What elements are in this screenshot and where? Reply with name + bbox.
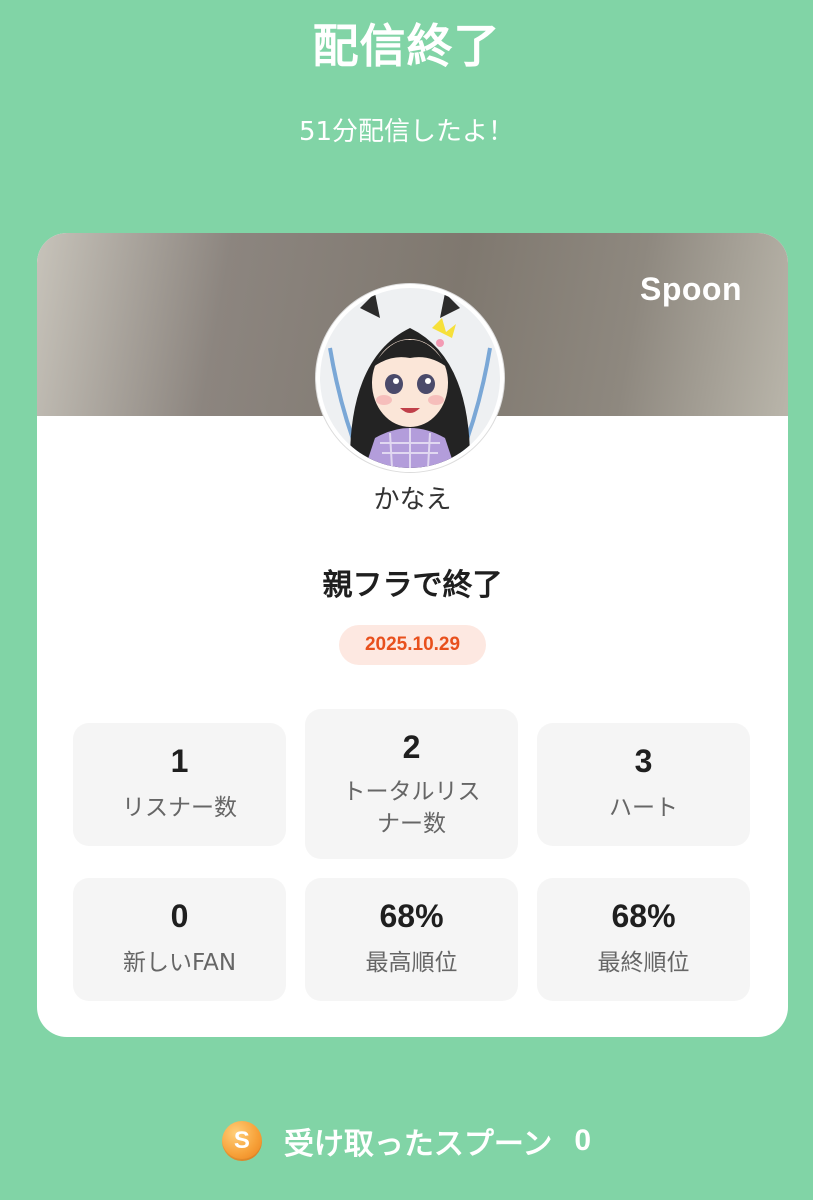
username: かなえ [373,485,452,515]
stat-label: 新しいFAN [122,950,237,976]
spoon-logo: Spoon [639,271,742,307]
live-title: 親フラで終了 [322,568,503,603]
stat-label: リスナー数 [122,795,237,821]
stat-total-listeners: 2 トータルリスナー数 [305,709,518,859]
stat-value: 68% [379,898,444,934]
spoon-coin-icon: S [221,1121,262,1161]
avatar-illustration-icon [320,288,500,468]
stat-value: 1 [170,743,189,779]
stat-final-rank: 68% 最終順位 [537,878,750,1001]
stat-listeners: 1 リスナー数 [73,723,286,846]
received-spoons: S 受け取ったスプーン 0 [0,1116,813,1166]
stat-label: 最終順位 [597,950,690,976]
user-avatar[interactable] [320,288,500,468]
received-spoons-count: 0 [574,1124,592,1157]
stat-value: 2 [402,729,421,765]
page-title: 配信終了 [312,19,501,73]
broadcast-summary-card: Spoon かなえ 親フラで終了 2025.10.29 1 リスナー数 2 トー… [37,233,788,1037]
received-spoons-label: 受け取ったスプーン [283,1127,553,1162]
stat-highest-rank: 68% 最高順位 [305,878,518,1001]
stat-label: ハート [609,795,678,821]
stat-value: 3 [634,743,653,779]
date-badge: 2025.10.29 [339,625,486,665]
stat-value: 0 [170,898,189,934]
broadcast-duration: 51分配信したよ！ [298,117,515,147]
stat-value: 68% [611,898,676,934]
stat-new-fans: 0 新しいFAN [73,878,286,1001]
stat-label: トータルリスナー数 [342,779,481,837]
stat-hearts: 3 ハート [537,723,750,846]
stat-label: 最高順位 [365,950,458,976]
